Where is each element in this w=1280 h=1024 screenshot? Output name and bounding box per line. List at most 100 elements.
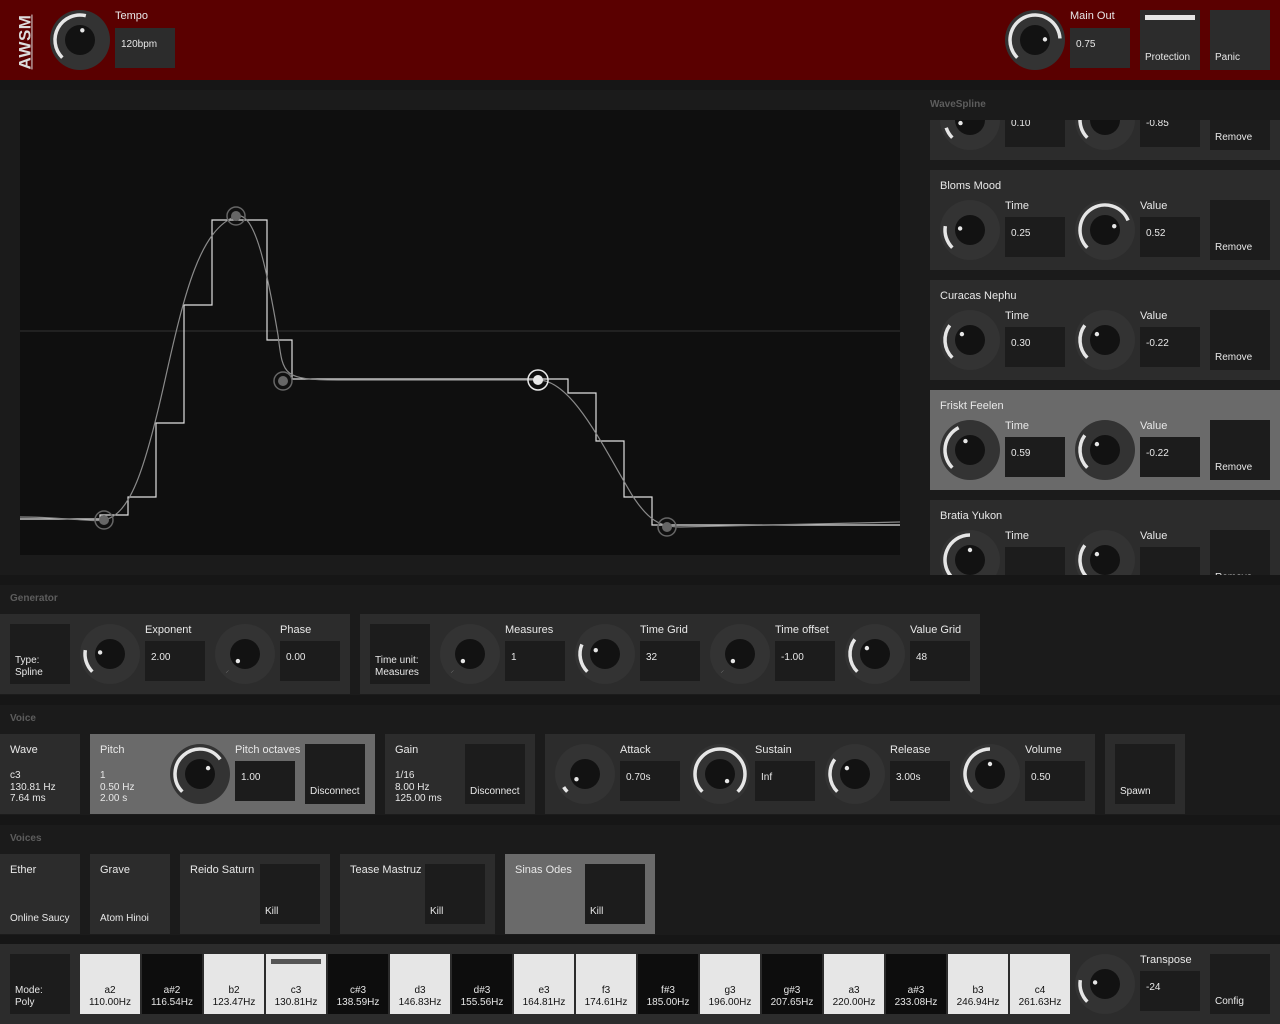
piano-key[interactable]: d#3 155.56Hz (452, 954, 512, 1014)
spline-point-row[interactable]: Bratia YukonTime Value Remove (930, 500, 1280, 575)
time-value[interactable]: 0.10 (1005, 120, 1065, 147)
time-knob[interactable] (940, 310, 1000, 370)
remove-button[interactable]: Remove (1210, 530, 1270, 575)
piano-key[interactable]: f#3 185.00Hz (638, 954, 698, 1014)
kill-button[interactable]: Kill (260, 864, 320, 924)
release-value[interactable]: 3.00s (890, 761, 950, 801)
generator-title: Generator (10, 593, 58, 604)
voice-item-sub: Atom Hinoi (100, 913, 149, 924)
piano-key[interactable]: a#3 233.08Hz (886, 954, 946, 1014)
exponent-value[interactable]: 2.00 (145, 641, 205, 681)
phase-value[interactable]: 0.00 (280, 641, 340, 681)
sustain-knob[interactable] (690, 744, 750, 804)
spline-point-row[interactable]: Bloms Mood Time 0.25 Value 0.52 Remove (930, 170, 1280, 270)
key-frequency: 246.94Hz (956, 997, 1000, 1008)
volume-knob[interactable] (960, 744, 1020, 804)
protection-button[interactable]: Protection (1140, 10, 1200, 70)
time-unit-selector[interactable]: Time unit: Measures (370, 624, 430, 684)
value-knob[interactable] (1075, 310, 1135, 370)
key-frequency: 233.08Hz (894, 997, 938, 1008)
piano-key[interactable]: b3 246.94Hz (948, 954, 1008, 1014)
spline-point-row[interactable]: Curacas Nephu Time 0.30 Value -0.22 Remove (930, 280, 1280, 380)
time-offset-knob[interactable] (710, 624, 770, 684)
key-frequency: 207.65Hz (770, 997, 814, 1008)
spline-point-row[interactable]: Friskt Feelen Time 0.59 Value -0.22 Remove (930, 390, 1280, 490)
value-value[interactable] (1140, 547, 1200, 575)
value-grid-value[interactable]: 48 (910, 641, 970, 681)
gain-disconnect-label: Disconnect (470, 786, 520, 797)
wavespline-panel[interactable]: WaveSpline Time0.10Value-0.85RemoveBloms… (920, 90, 1280, 575)
piano-key[interactable]: a#2 116.54Hz (142, 954, 202, 1014)
tempo-knob[interactable] (50, 10, 110, 70)
tempo-value[interactable]: 120bpm (115, 28, 175, 68)
piano-key[interactable]: a3 220.00Hz (824, 954, 884, 1014)
kill-button[interactable]: Kill (425, 864, 485, 924)
time-knob[interactable] (940, 420, 1000, 480)
waveform-canvas[interactable] (20, 110, 900, 555)
pitch-octaves-value[interactable]: 1.00 (235, 761, 295, 801)
main-out-knob[interactable] (1005, 10, 1065, 70)
time-value[interactable]: 0.59 (1005, 437, 1065, 477)
gain-line-3: 125.00 ms (395, 793, 442, 804)
pitch-octaves-knob[interactable] (170, 744, 230, 804)
time-grid-value[interactable]: 32 (640, 641, 700, 681)
time-knob[interactable] (940, 530, 1000, 575)
time-offset-value[interactable]: -1.00 (775, 641, 835, 681)
spawn-button[interactable]: Spawn (1115, 744, 1175, 804)
time-knob[interactable] (940, 120, 1000, 150)
time-grid-knob[interactable] (575, 624, 635, 684)
piano-key[interactable]: c4 261.63Hz (1010, 954, 1070, 1014)
pitch-label: Pitch (100, 744, 125, 756)
time-value[interactable] (1005, 547, 1065, 575)
value-value[interactable]: -0.22 (1140, 437, 1200, 477)
value-value[interactable]: 0.52 (1140, 217, 1200, 257)
measures-knob[interactable] (440, 624, 500, 684)
remove-label: Remove (1215, 352, 1253, 363)
transpose-knob[interactable] (1075, 954, 1135, 1014)
piano-key[interactable]: b2 123.47Hz (204, 954, 264, 1014)
exponent-knob[interactable] (80, 624, 140, 684)
phase-knob[interactable] (215, 624, 275, 684)
sustain-label: Sustain (755, 744, 792, 756)
kill-button[interactable]: Kill (585, 864, 645, 924)
value-knob[interactable] (1075, 120, 1135, 150)
remove-button[interactable]: Remove (1210, 200, 1270, 260)
attack-value[interactable]: 0.70s (620, 761, 680, 801)
mode-selector[interactable]: Mode: Poly (10, 954, 70, 1014)
remove-button[interactable]: Remove (1210, 420, 1270, 480)
value-knob[interactable] (1075, 200, 1135, 260)
value-knob[interactable] (1075, 420, 1135, 480)
sustain-value[interactable]: Inf (755, 761, 815, 801)
time-value[interactable]: 0.30 (1005, 327, 1065, 367)
value-knob[interactable] (1075, 530, 1135, 575)
piano-key[interactable]: e3 164.81Hz (514, 954, 574, 1014)
key-note: b3 (972, 985, 984, 996)
remove-button[interactable]: Remove (1210, 120, 1270, 150)
attack-knob[interactable] (555, 744, 615, 804)
volume-value[interactable]: 0.50 (1025, 761, 1085, 801)
panic-button[interactable]: Panic (1210, 10, 1270, 70)
piano-key[interactable]: g#3 207.65Hz (762, 954, 822, 1014)
time-label: Time (1005, 310, 1030, 322)
type-selector[interactable]: Type: Spline (10, 624, 70, 684)
piano-key[interactable]: c#3 138.59Hz (328, 954, 388, 1014)
value-grid-knob[interactable] (845, 624, 905, 684)
value-value[interactable]: -0.22 (1140, 327, 1200, 367)
spline-point-row[interactable]: Time0.10Value-0.85Remove (930, 120, 1280, 160)
piano-key[interactable]: g3 196.00Hz (700, 954, 760, 1014)
value-value[interactable]: -0.85 (1140, 120, 1200, 147)
time-value[interactable]: 0.25 (1005, 217, 1065, 257)
gain-disconnect-button[interactable]: Disconnect (465, 744, 525, 804)
config-button[interactable]: Config (1210, 954, 1270, 1014)
piano-key[interactable]: f3 174.61Hz (576, 954, 636, 1014)
piano-key[interactable]: c3 130.81Hz (266, 954, 326, 1014)
measures-value[interactable]: 1 (505, 641, 565, 681)
transpose-value[interactable]: -24 (1140, 971, 1200, 1011)
pitch-disconnect-button[interactable]: Disconnect (305, 744, 365, 804)
piano-key[interactable]: d3 146.83Hz (390, 954, 450, 1014)
time-knob[interactable] (940, 200, 1000, 260)
release-knob[interactable] (825, 744, 885, 804)
main-out-value[interactable]: 0.75 (1070, 28, 1130, 68)
remove-button[interactable]: Remove (1210, 310, 1270, 370)
piano-key[interactable]: a2 110.00Hz (80, 954, 140, 1014)
